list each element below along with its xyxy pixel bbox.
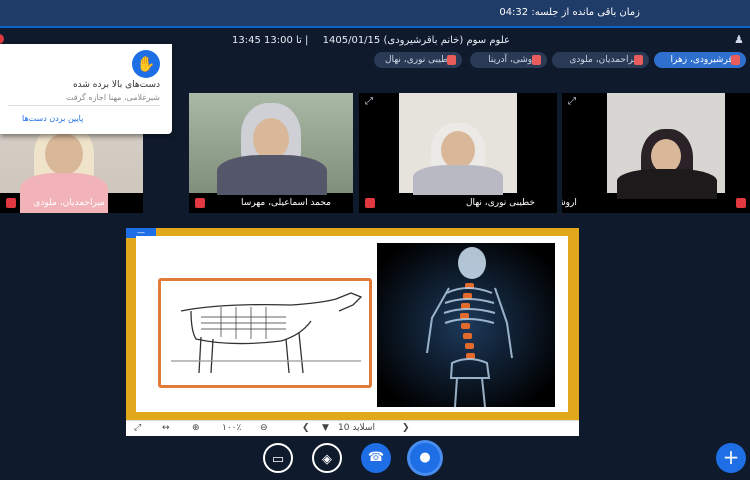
- zoom-level: ۱۰۰٪: [222, 423, 242, 433]
- slide-select[interactable]: اسلاید 10: [338, 423, 375, 433]
- mic-icon: [634, 55, 643, 65]
- expand-icon[interactable]: ⤢: [568, 96, 576, 107]
- raised-hands-heading: دست‌های بالا برده شده: [72, 80, 160, 90]
- mic-icon: [447, 55, 456, 65]
- video-tile[interactable]: محمد اسماعیلی، مهرسا: [189, 93, 353, 213]
- camera-off-icon[interactable]: ◈: [312, 443, 342, 473]
- participant-chip[interactable]: میراحمدیان، ملودی: [552, 52, 649, 68]
- video-frame: [399, 93, 517, 195]
- plus-icon[interactable]: +: [716, 443, 746, 473]
- slide-select-chevron-icon[interactable]: ▼: [322, 423, 329, 433]
- expand-icon[interactable]: ⤢: [365, 96, 373, 107]
- video-frame: [607, 93, 725, 199]
- mic-off-icon: [365, 198, 375, 208]
- slide: [136, 236, 568, 412]
- lower-hands-button[interactable]: پایین بردن دست‌ها: [22, 114, 83, 123]
- hand-icon[interactable]: ✋: [132, 50, 160, 78]
- meeting-controls: ▭ ◈ ☎ ● +: [0, 440, 750, 480]
- mic-icon: [532, 55, 541, 65]
- participant-chip[interactable]: اروشی، آدرینا: [470, 52, 547, 68]
- video-label: محمد اسماعیلی، مهرسا: [189, 195, 353, 211]
- zoom-out-icon[interactable]: ⊖: [260, 423, 268, 433]
- participant-chip[interactable]: باقرشیرودی، زهرا: [654, 52, 746, 68]
- session-time: 13:45 تا 13:00 |: [232, 35, 309, 46]
- record-indicator-icon: [0, 34, 4, 44]
- participant-chip-label: باقرشیرودی، زهرا: [670, 55, 738, 65]
- participant-chip-label: میراحمدیان، ملودی: [569, 55, 641, 65]
- previous-slide-icon[interactable]: ❯: [402, 423, 410, 433]
- session-timer-bar: زمان باقی مانده از جلسه: 04:32: [0, 0, 750, 28]
- slide-toolbar: ⤢ ↔ ⊕ ۱۰۰٪ ⊖ ❮ ▼ اسلاید 10 ❯: [126, 420, 579, 436]
- video-label: خطیبی نوری، نهال: [359, 195, 557, 211]
- zoom-in-icon[interactable]: ⊕: [192, 423, 200, 433]
- mic-off-icon: [195, 198, 205, 208]
- presentation-area: —: [126, 228, 579, 420]
- participant-chip-label: خطیبی نوری، نهال: [385, 55, 454, 65]
- mic-off-icon: [6, 198, 16, 208]
- fullscreen-icon[interactable]: ⤢: [134, 423, 141, 433]
- raised-hands-names: شیرغلامی، مهنا اجازه گرفت: [65, 93, 160, 102]
- mic-icon: [731, 55, 740, 65]
- video-tile[interactable]: ⤢ اروشی، آدرینا: [562, 93, 750, 213]
- mic-icon[interactable]: ●: [410, 443, 440, 473]
- session-timer: زمان باقی مانده از جلسه: 04:32: [499, 7, 640, 18]
- divider: [8, 105, 160, 106]
- video-frame: [189, 93, 353, 195]
- video-label: میراحمدیان، ملودی: [0, 195, 143, 211]
- mic-off-icon: [736, 198, 746, 208]
- participant-chip[interactable]: خطیبی نوری، نهال: [374, 52, 462, 68]
- spine-xray-image: [377, 243, 555, 408]
- phone-icon[interactable]: ☎: [361, 443, 391, 473]
- users-icon[interactable]: ♟: [734, 33, 748, 47]
- cow-skeleton-image: [158, 278, 372, 388]
- meeting-app: زمان باقی مانده از جلسه: 04:32 13:45 تا …: [0, 0, 750, 480]
- video-label: اروشی، آدرینا: [562, 195, 750, 211]
- raised-hands-popup: ✋ دست‌های بالا برده شده شیرغلامی، مهنا ا…: [0, 44, 172, 134]
- session-title: علوم سوم (خانم باقرشیرودی) 1405/01/15: [322, 35, 510, 46]
- video-tile[interactable]: ⤢ خطیبی نوری، نهال: [359, 93, 557, 213]
- fit-width-icon[interactable]: ↔: [162, 423, 170, 433]
- screen-share-off-icon[interactable]: ▭: [263, 443, 293, 473]
- next-slide-icon[interactable]: ❮: [302, 423, 310, 433]
